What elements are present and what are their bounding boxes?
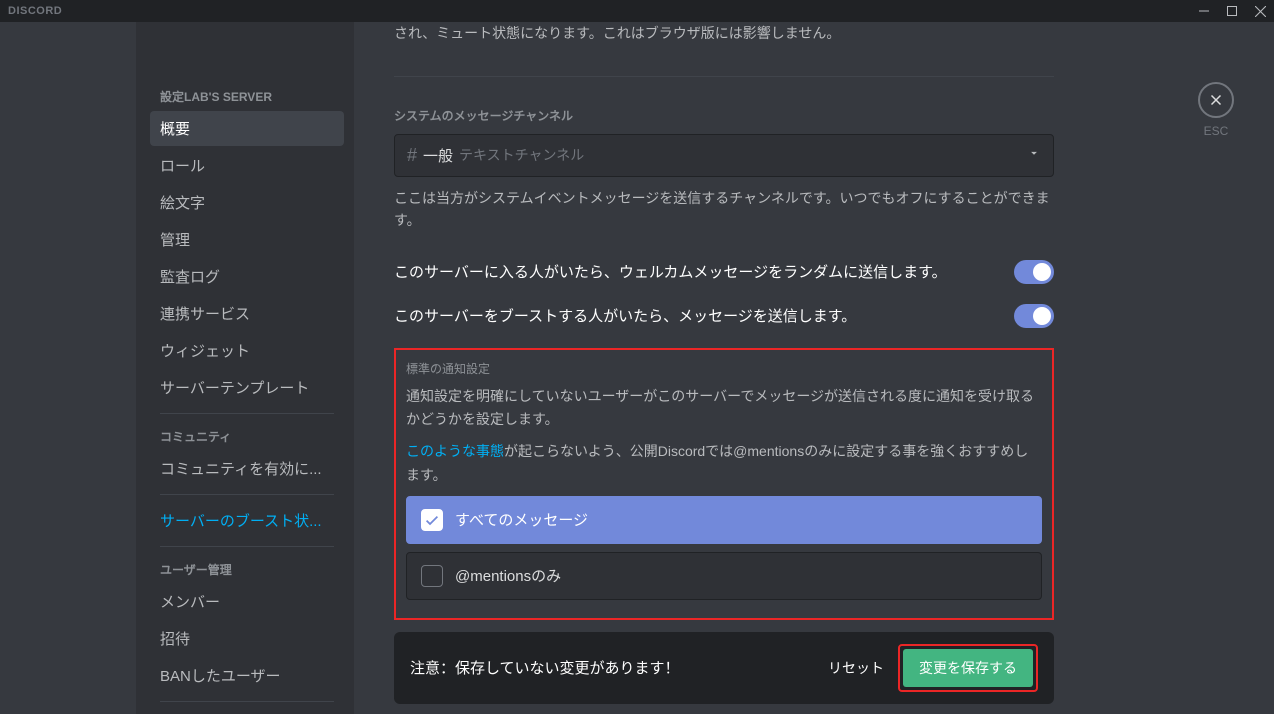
save-button[interactable]: 変更を保存する <box>903 649 1033 687</box>
sidebar-item-moderation[interactable]: 管理 <box>150 222 344 257</box>
system-channel-helper: ここは当方がシステムイベントメッセージを送信するチャンネルです。いつでもオフにす… <box>394 187 1054 232</box>
sidebar-item-roles[interactable]: ロール <box>150 148 344 183</box>
esc-button-wrap: ESC <box>1198 82 1234 138</box>
notification-link[interactable]: このような事態 <box>406 443 504 459</box>
minimize-button[interactable] <box>1190 0 1218 22</box>
sidebar-item-template[interactable]: サーバーテンプレート <box>150 370 344 405</box>
sidebar-item-bans[interactable]: BANしたユーザー <box>150 658 344 693</box>
sidebar-item-emoji[interactable]: 絵文字 <box>150 185 344 220</box>
close-settings-button[interactable] <box>1198 82 1234 118</box>
reset-button[interactable]: リセット <box>828 658 884 678</box>
unsaved-changes-bar: 注意：保存していない変更があります！ リセット 変更を保存する <box>394 632 1054 704</box>
boost-toggle[interactable] <box>1014 304 1054 328</box>
radio-all-label: すべてのメッセージ <box>455 509 588 530</box>
boost-message-row: このサーバーをブーストする人がいたら、メッセージを送信します。 <box>394 294 1054 338</box>
esc-label: ESC <box>1198 124 1234 138</box>
maximize-button[interactable] <box>1218 0 1246 22</box>
select-value: 一般 <box>423 145 453 166</box>
sidebar-item-delete-server[interactable]: サーバーを削除 <box>150 710 344 714</box>
divider <box>394 76 1054 77</box>
system-channel-select[interactable]: # 一般 テキストチャンネル <box>394 134 1054 177</box>
save-button-highlight: 変更を保存する <box>898 644 1038 692</box>
welcome-toggle[interactable] <box>1014 260 1054 284</box>
sidebar-item-widget[interactable]: ウィジェット <box>150 333 344 368</box>
window-controls <box>1190 0 1274 22</box>
notification-desc: 通知設定を明確にしていないユーザーがこのサーバーでメッセージが送信される度に通知… <box>406 385 1042 433</box>
checkbox-checked-icon <box>421 509 443 531</box>
sidebar-community-header: コミュニティ <box>150 422 344 451</box>
notification-title: 標準の通知設定 <box>406 360 1042 377</box>
notification-highlight-box: 標準の通知設定 通知設定を明確にしていないユーザーがこのサーバーでメッセージが送… <box>394 348 1054 620</box>
sidebar-server-header: 設定LAB'S SERVER <box>150 82 344 111</box>
sidebar-item-invites[interactable]: 招待 <box>150 621 344 656</box>
sidebar-divider <box>160 494 334 495</box>
settings-content: され、ミュート状態になります。これはブラウザ版には影響しません。 システムのメッ… <box>354 22 1110 714</box>
afk-description: され、ミュート状態になります。これはブラウザ版には影響しません。 <box>394 22 1054 46</box>
radio-all-messages[interactable]: すべてのメッセージ <box>406 496 1042 544</box>
sidebar-user-header: ユーザー管理 <box>150 555 344 584</box>
checkbox-unchecked-icon <box>421 565 443 587</box>
close-button[interactable] <box>1246 0 1274 22</box>
radio-mentions-only[interactable]: @mentionsのみ <box>406 552 1042 600</box>
sidebar-divider <box>160 546 334 547</box>
titlebar: DISCORD <box>0 0 1274 22</box>
system-channel-label: システムのメッセージチャンネル <box>394 107 1054 124</box>
sidebar-item-members[interactable]: メンバー <box>150 584 344 619</box>
welcome-message-row: このサーバーに入る人がいたら、ウェルカムメッセージをランダムに送信します。 <box>394 250 1054 294</box>
sidebar-item-server-boost[interactable]: サーバーのブースト状... <box>150 503 344 538</box>
radio-mentions-label: @mentionsのみ <box>455 565 561 586</box>
boost-toggle-label: このサーバーをブーストする人がいたら、メッセージを送信します。 <box>394 305 1014 326</box>
sidebar-item-integrations[interactable]: 連携サービス <box>150 296 344 331</box>
app-brand: DISCORD <box>8 5 62 17</box>
sidebar-item-audit-log[interactable]: 監査ログ <box>150 259 344 294</box>
select-category: テキストチャンネル <box>459 145 584 165</box>
welcome-toggle-label: このサーバーに入る人がいたら、ウェルカムメッセージをランダムに送信します。 <box>394 261 1014 282</box>
hash-icon: # <box>407 145 417 166</box>
right-gutter: ESC <box>1110 22 1274 714</box>
sidebar-divider <box>160 413 334 414</box>
sidebar-divider <box>160 701 334 702</box>
sidebar-item-overview[interactable]: 概要 <box>150 111 344 146</box>
sidebar-item-enable-community[interactable]: コミュニティを有効に... <box>150 451 344 486</box>
unsaved-text: 注意：保存していない変更があります！ <box>410 657 680 678</box>
left-gutter <box>0 22 136 714</box>
chevron-down-icon <box>1027 146 1041 165</box>
settings-sidebar: 設定LAB'S SERVER 概要 ロール 絵文字 管理 監査ログ 連携サービス… <box>136 22 354 714</box>
notification-desc2: このような事態が起こらないよう、公開Discordでは@mentionsのみに設… <box>406 440 1042 488</box>
